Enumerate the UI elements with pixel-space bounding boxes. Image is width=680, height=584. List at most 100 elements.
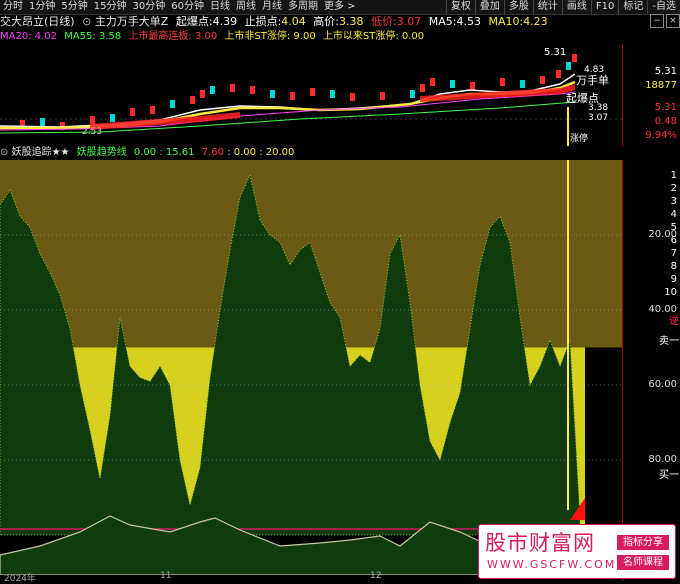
- ind-v5: 20.00: [265, 147, 295, 158]
- watermark-tag-course: 名师课程: [617, 555, 669, 570]
- candle: [450, 80, 455, 88]
- ra-num-4: 4: [670, 209, 677, 220]
- candlestick-chart[interactable]: 5.31 万手单 起爆点 4.83 3.38 3.07 2.53 涨停: [0, 44, 622, 146]
- ra-top-3: 0.48: [654, 116, 677, 127]
- candle: [572, 54, 577, 62]
- sl-value: 4.04: [281, 15, 306, 28]
- ind-settings-icon[interactable]: ⊙: [0, 147, 8, 158]
- ma20-value: MA20: 4.02: [0, 31, 58, 42]
- main-price-top: 5.31: [544, 47, 566, 58]
- ind-line-name: 妖股趋势线: [76, 147, 127, 158]
- tab-5min[interactable]: 5分钟: [58, 0, 90, 14]
- candle: [40, 118, 45, 126]
- ra-sell: 卖一: [659, 336, 679, 347]
- ma10-label: MA10:: [488, 15, 524, 28]
- watermark-tag-share: 指标分享: [617, 535, 669, 550]
- candle: [250, 86, 255, 94]
- btn-tongji[interactable]: 统计: [532, 0, 562, 14]
- y-axis-tick-80: 20.00: [648, 229, 677, 240]
- ra-num-7: 7: [670, 248, 677, 259]
- y-axis-tick-60: 40.00: [648, 304, 677, 315]
- tab-1min[interactable]: 1分钟: [26, 0, 58, 14]
- btn-huaxian[interactable]: 画线: [561, 0, 591, 14]
- candle: [500, 78, 505, 86]
- non-st-limitup-text: 上市非ST涨停: 9.00: [224, 31, 316, 42]
- candle: [230, 84, 235, 92]
- sl-label: 止损点:: [244, 15, 282, 28]
- ma-info-line: MA20: 4.02 MA55: 3.58 上市最高连板: 3.00 上市非ST…: [0, 30, 428, 44]
- candle: [110, 114, 115, 122]
- settings-icon[interactable]: ⊙: [82, 15, 91, 28]
- y-axis-tick-20: 80.00: [648, 454, 677, 465]
- candle: [290, 92, 295, 100]
- ma5-label: MA5:: [428, 15, 457, 28]
- tab-30min[interactable]: 30分钟: [129, 0, 168, 14]
- btn-zixuan[interactable]: -自选: [647, 0, 680, 14]
- ra-num-1: 1: [670, 170, 677, 181]
- ra-num-8: 8: [670, 261, 677, 272]
- btn-biaoji[interactable]: 标记: [618, 0, 647, 14]
- max-limitup-text: 上市最高连板: 3.00: [128, 31, 218, 42]
- ma5-value: 4.53: [456, 15, 481, 28]
- btn-fuquan[interactable]: 复权: [445, 0, 475, 14]
- ma55-value: MA55: 3.58: [64, 31, 122, 42]
- main-p1: 4.83: [584, 65, 604, 75]
- ind-name: 妖股追踪★★: [11, 147, 70, 158]
- candle: [540, 76, 545, 84]
- watermark-logo: 股市财富网 WWW.GSCFW.COM 指标分享 名师课程: [478, 524, 676, 579]
- stock-title: 交大昂立(日线): [0, 15, 75, 28]
- candle: [380, 92, 385, 100]
- candle: [430, 78, 435, 86]
- tab-fenshi[interactable]: 分时: [0, 0, 26, 14]
- right-axis: 5.31 18877 5.31 0.48 9.94% 527 123456789…: [622, 44, 680, 581]
- candle: [556, 70, 561, 78]
- btn-diejia[interactable]: 叠加: [474, 0, 504, 14]
- main-wanshou-label: 万手单: [576, 73, 609, 87]
- main-p3: 3.07: [588, 113, 608, 123]
- candle: [520, 80, 525, 88]
- qibao-value: 4.39: [212, 15, 238, 28]
- tab-monthly[interactable]: 月线: [259, 0, 285, 14]
- indicator-name: 主力万手大单Z: [94, 15, 169, 28]
- candle: [90, 116, 95, 124]
- ra-num-10: 10: [664, 287, 677, 298]
- tab-weekly[interactable]: 周线: [233, 0, 259, 14]
- ra-top-2: 5.31: [654, 102, 677, 113]
- candle: [130, 108, 135, 116]
- main-zhangting-label: 涨停: [570, 132, 588, 144]
- ind-v3: 7.60: [201, 147, 224, 158]
- low-value: 3.07: [396, 15, 422, 28]
- ra-top-1: 18877: [645, 80, 677, 91]
- st-limitup-text: 上市以来ST涨停: 0.00: [322, 31, 425, 42]
- ma10-value: 4.23: [523, 15, 548, 28]
- main-p2: 3.38: [588, 103, 608, 113]
- tab-more[interactable]: 更多 >: [321, 0, 359, 14]
- candle: [470, 82, 475, 90]
- qibao-label: 起爆点:: [175, 15, 213, 28]
- btn-f10[interactable]: F10: [590, 0, 618, 14]
- ind-v4: 0.00: [233, 147, 257, 158]
- candle: [210, 86, 215, 94]
- tab-15min[interactable]: 15分钟: [91, 0, 130, 14]
- ra-num-2: 2: [670, 183, 677, 194]
- x-label-12: 12: [370, 571, 382, 581]
- candle: [420, 84, 425, 92]
- ind-v1: 0.00: [133, 147, 157, 158]
- candle: [200, 90, 205, 98]
- candle: [566, 62, 571, 70]
- tab-multi-period[interactable]: 多周期: [285, 0, 321, 14]
- minimize-icon[interactable]: −: [650, 14, 664, 28]
- close-icon[interactable]: ×: [666, 14, 680, 28]
- btn-duogu[interactable]: 多股: [503, 0, 533, 14]
- high-value: 3.38: [339, 15, 364, 28]
- indicator-chart[interactable]: [0, 160, 622, 575]
- watermark-title: 股市财富网: [485, 531, 595, 555]
- high-label: 高价:: [313, 15, 340, 28]
- tab-daily[interactable]: 日线: [207, 0, 233, 14]
- tab-60min[interactable]: 60分钟: [168, 0, 207, 14]
- ra-buy: 买一: [659, 470, 679, 481]
- low-label: 低价:: [371, 15, 397, 28]
- candle: [350, 93, 355, 101]
- candle: [270, 90, 275, 98]
- ra-num-9: 9: [670, 274, 677, 285]
